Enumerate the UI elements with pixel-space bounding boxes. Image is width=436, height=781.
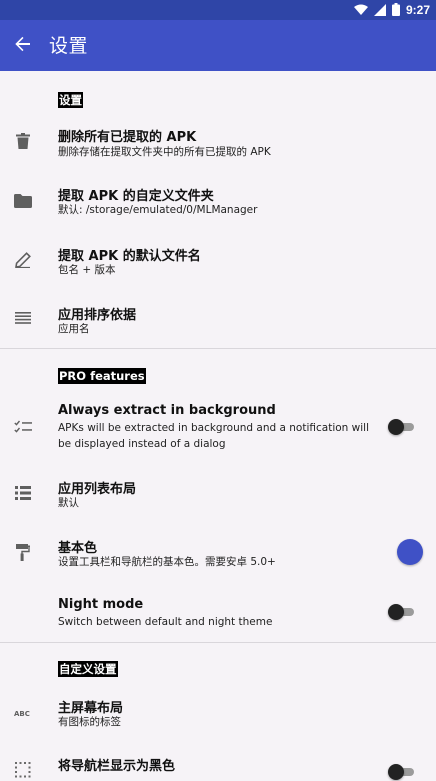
pref-primary-color[interactable]: 基本色 设置工具栏和导航栏的基本色。需要安卓 5.0+ [0, 529, 436, 583]
primary-color-swatch[interactable] [397, 539, 423, 565]
pref-summary: 默认 [58, 497, 79, 509]
section-header-customization: 自定义设置 [58, 661, 118, 677]
always-extract-toggle[interactable] [388, 419, 414, 435]
pref-custom-folder[interactable]: 提取 APK 的自定义文件夹 默认: /storage/emulated/0/M… [0, 177, 436, 237]
pref-summary: APKs will be extracted in background and… [58, 422, 369, 450]
arrow-back-icon [14, 35, 32, 57]
black-navbar-toggle[interactable] [388, 764, 414, 780]
pref-title: Night mode [58, 597, 144, 612]
checklist-icon [12, 416, 34, 438]
pref-title: Always extract in background [58, 403, 276, 418]
pref-summary: 应用名 [58, 323, 90, 335]
pref-night-mode[interactable]: Night mode Switch between default and ni… [0, 589, 436, 643]
pref-summary: 默认: /storage/emulated/0/MLManager [58, 204, 258, 216]
section-header-settings: 设置 [58, 92, 83, 108]
page-title: 设置 [49, 35, 89, 57]
moon-icon [12, 600, 34, 622]
back-button[interactable] [10, 33, 36, 59]
pref-always-extract-background[interactable]: Always extract in background APKs will b… [0, 397, 436, 459]
pref-summary: 设置工具栏和导航栏的基本色。需要安卓 5.0+ [58, 556, 276, 568]
status-time: 9:27 [405, 3, 430, 17]
pref-app-list-layout[interactable]: 应用列表布局 默认 [0, 469, 436, 519]
pref-default-filename[interactable]: 提取 APK 的默认文件名 包名 + 版本 [0, 237, 436, 297]
pref-delete-extracted[interactable]: 删除所有已提取的 APK 删除存储在提取文件夹中的所有已提取的 APK [0, 117, 436, 177]
night-mode-toggle[interactable] [388, 604, 414, 620]
dotted-grid-icon [12, 759, 34, 781]
divider [0, 642, 436, 643]
pref-sort-apps[interactable]: 应用排序依据 应用名 [0, 297, 436, 347]
text-abc-icon: ABC [12, 702, 34, 724]
pref-summary: Switch between default and night theme [58, 616, 273, 628]
battery-icon [391, 1, 400, 20]
app-bar: 设置 [0, 20, 436, 71]
pref-title: 删除所有已提取的 APK [58, 130, 197, 145]
section-header-pro-features: PRO features [58, 368, 146, 384]
trash-icon [12, 130, 34, 152]
list-icon [12, 482, 34, 504]
sort-lines-icon [12, 307, 34, 329]
pref-summary: 删除存储在提取文件夹中的所有已提取的 APK [58, 146, 271, 158]
divider [0, 348, 436, 349]
cell-signal-icon [373, 1, 386, 20]
pencil-icon [12, 249, 34, 271]
wifi-icon [353, 1, 368, 20]
pref-summary: 有图标的标签 [58, 716, 121, 728]
status-bar: 9:27 [0, 0, 436, 20]
pref-title: 将导航栏显示为黑色 [58, 759, 176, 774]
settings-list[interactable]: 设置 删除所有已提取的 APK 删除存储在提取文件夹中的所有已提取的 APK 提… [0, 71, 436, 780]
svg-text:ABC: ABC [14, 710, 30, 717]
folder-icon [12, 190, 34, 212]
pref-summary: 包名 + 版本 [58, 264, 116, 276]
paint-roller-icon [12, 541, 34, 563]
pref-home-layout[interactable]: ABC 主屏幕布局 有图标的标签 [0, 689, 436, 743]
